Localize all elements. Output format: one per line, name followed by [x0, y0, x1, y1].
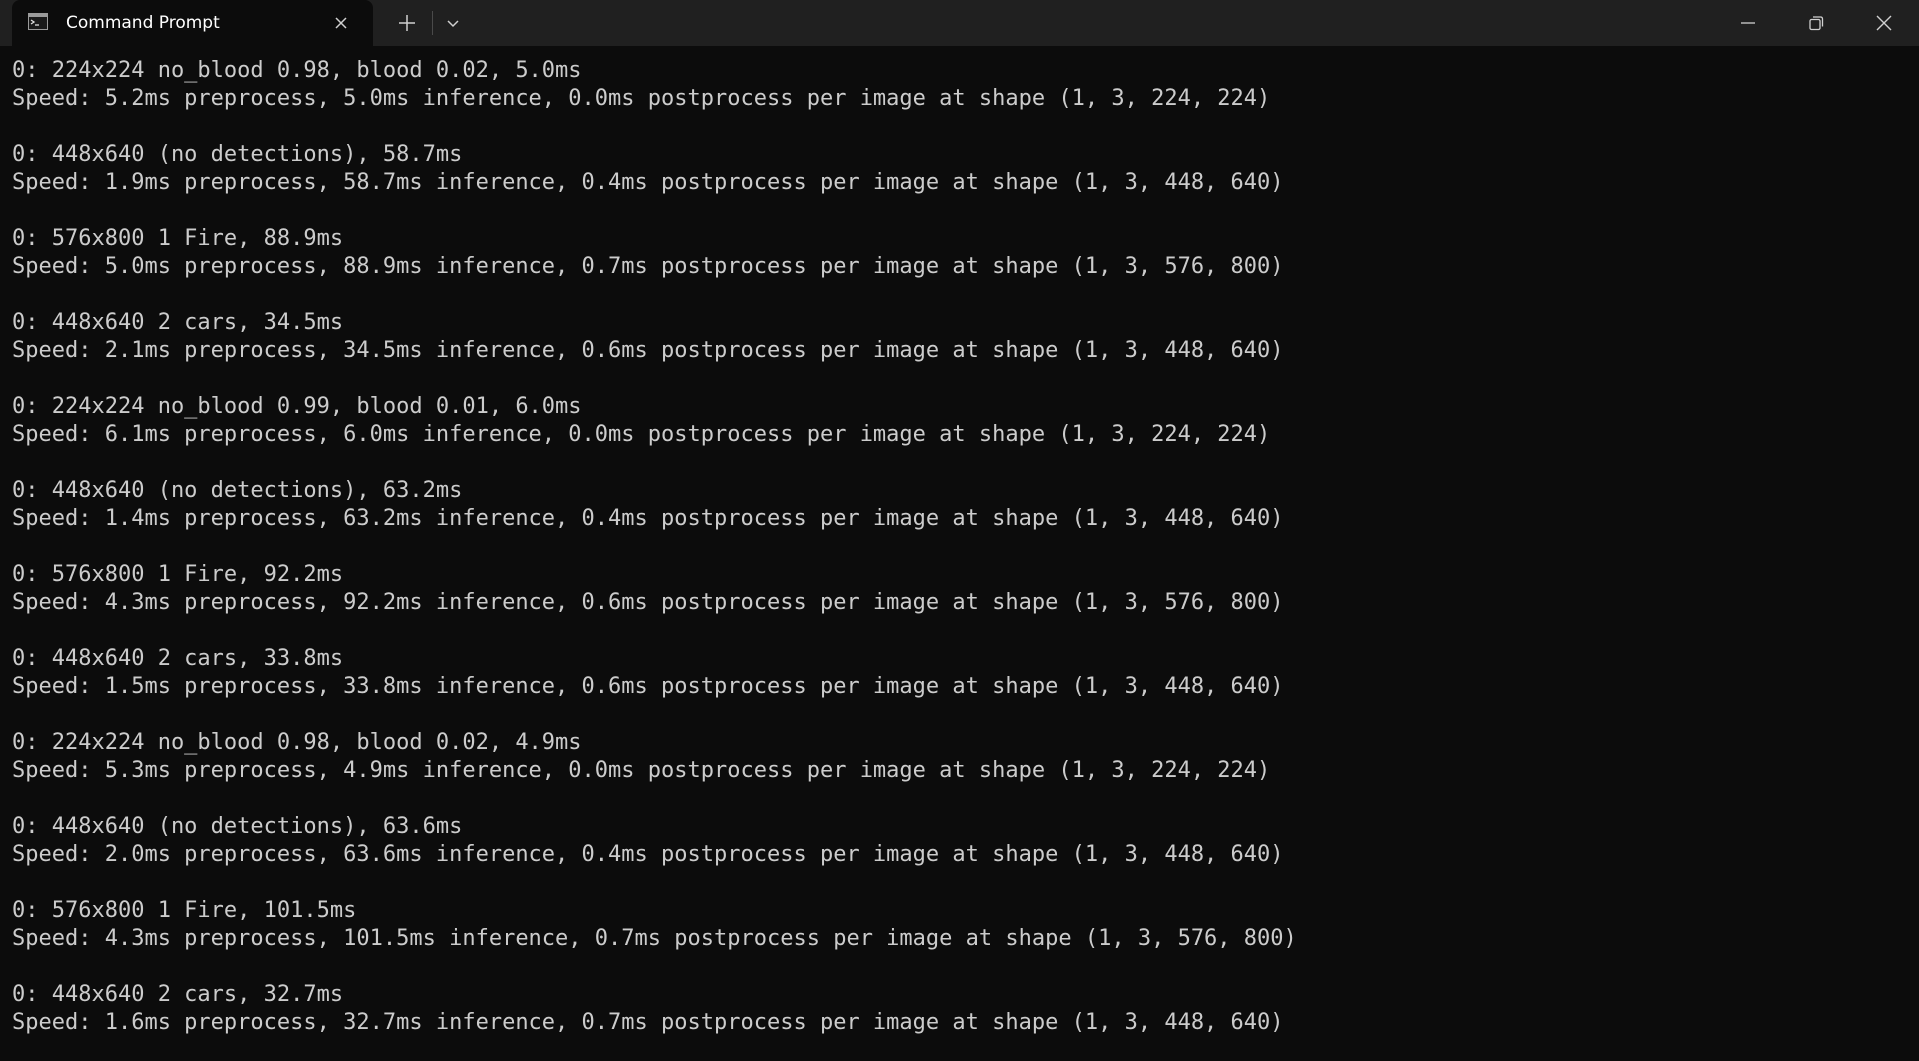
console-line: Speed: 5.3ms preprocess, 4.9ms inference… — [12, 758, 1271, 783]
console-line: 0: 448x640 (no detections), 58.7ms — [12, 142, 463, 167]
console-line: 0: 224x224 no_blood 0.98, blood 0.02, 4.… — [12, 730, 582, 755]
close-tab-icon[interactable] — [330, 12, 352, 34]
console-line: Speed: 1.6ms preprocess, 32.7ms inferenc… — [12, 1010, 1284, 1035]
console-line: 0: 448x640 2 cars, 34.5ms — [12, 310, 344, 335]
close-window-button[interactable] — [1850, 0, 1918, 46]
console-line: 0: 448x640 2 cars, 32.7ms — [12, 982, 344, 1007]
console-line: Speed: 4.3ms preprocess, 92.2ms inferenc… — [12, 590, 1284, 615]
console-line: 0: 448x640 (no detections), 63.2ms — [12, 478, 463, 503]
title-bar[interactable]: Command Prompt — [0, 0, 1919, 46]
console-line: Speed: 5.2ms preprocess, 5.0ms inference… — [12, 86, 1271, 111]
minimize-icon — [1741, 22, 1755, 24]
console-line: Speed: 2.0ms preprocess, 63.6ms inferenc… — [12, 842, 1284, 867]
console-line: 0: 224x224 no_blood 0.99, blood 0.01, 6.… — [12, 394, 582, 419]
terminal-icon — [28, 13, 48, 30]
tab-dropdown-button[interactable] — [441, 10, 465, 36]
tab-title: Command Prompt — [66, 13, 220, 33]
console-line: 0: 448x640 2 cars, 33.8ms — [12, 646, 344, 671]
terminal-window: Command Prompt 0: 224x224 no_blood 0.98,… — [0, 0, 1919, 1061]
console-line: Speed: 5.0ms preprocess, 88.9ms inferenc… — [12, 254, 1284, 279]
console-line: Speed: 1.4ms preprocess, 63.2ms inferenc… — [12, 506, 1284, 531]
minimize-button[interactable] — [1714, 0, 1782, 46]
console-line: Speed: 4.3ms preprocess, 101.5ms inferen… — [12, 926, 1297, 951]
tab-command-prompt[interactable]: Command Prompt — [12, 0, 373, 46]
new-tab-button[interactable] — [394, 10, 420, 36]
console-line: 0: 576x800 1 Fire, 92.2ms — [12, 562, 344, 587]
restore-button[interactable] — [1782, 0, 1850, 46]
console-output[interactable]: 0: 224x224 no_blood 0.98, blood 0.02, 5.… — [12, 57, 1902, 1057]
console-line: 0: 576x800 1 Fire, 88.9ms — [12, 226, 344, 251]
console-line: Speed: 2.1ms preprocess, 34.5ms inferenc… — [12, 338, 1284, 363]
console-line: Speed: 6.1ms preprocess, 6.0ms inference… — [12, 422, 1271, 447]
console-line: 0: 576x800 1 Fire, 101.5ms — [12, 898, 357, 923]
toolbar-separator — [432, 11, 433, 35]
console-line: Speed: 1.5ms preprocess, 33.8ms inferenc… — [12, 674, 1284, 699]
restore-icon — [1809, 16, 1824, 31]
close-icon — [1876, 15, 1892, 31]
console-line: 0: 224x224 no_blood 0.98, blood 0.02, 5.… — [12, 58, 582, 83]
console-line: Speed: 1.9ms preprocess, 58.7ms inferenc… — [12, 170, 1284, 195]
console-line: 0: 448x640 (no detections), 63.6ms — [12, 814, 463, 839]
